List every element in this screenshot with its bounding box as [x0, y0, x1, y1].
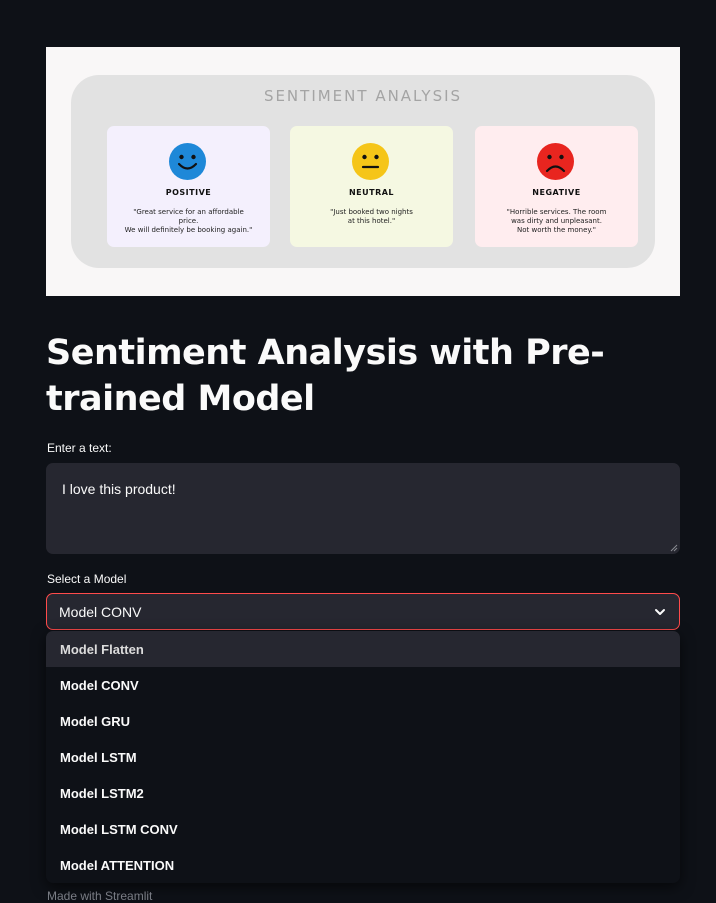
- happy-face-icon: [169, 143, 206, 180]
- model-select-label: Select a Model: [47, 572, 127, 586]
- neutral-card: NEUTRAL "Just booked two nights at this …: [290, 126, 453, 247]
- text-input-area[interactable]: I love this product!: [46, 463, 680, 554]
- chevron-down-icon[interactable]: [653, 605, 667, 619]
- neutral-face-icon: [352, 143, 389, 180]
- banner-title: SENTIMENT ANALYSIS: [263, 87, 463, 105]
- negative-card: NEGATIVE "Horrible services. The room wa…: [475, 126, 638, 247]
- dropdown-option[interactable]: Model GRU: [46, 703, 680, 739]
- resize-grip-icon[interactable]: [670, 544, 678, 552]
- negative-label: NEGATIVE: [532, 188, 581, 197]
- negative-quote: "Horrible services. The room was dirty a…: [506, 208, 607, 234]
- sad-face-icon: [537, 143, 574, 180]
- text-input-value: I love this product!: [62, 481, 176, 497]
- dropdown-option[interactable]: Model CONV: [46, 667, 680, 703]
- model-select[interactable]: Model CONV: [46, 593, 680, 630]
- page-title: Sentiment Analysis with Pre-trained Mode…: [46, 333, 605, 419]
- neutral-label: NEUTRAL: [348, 188, 395, 197]
- dropdown-option[interactable]: Model LSTM2: [46, 775, 680, 811]
- text-input-label: Enter a text:: [47, 441, 112, 455]
- footer-text: Made with Streamlit: [47, 889, 153, 903]
- banner-panel: SENTIMENT ANALYSIS POSITIVE "Great servi…: [71, 75, 655, 268]
- model-dropdown-menu: Model Flatten Model CONV Model GRU Model…: [46, 631, 680, 883]
- dropdown-option[interactable]: Model LSTM CONV: [46, 811, 680, 847]
- positive-quote: "Great service for an affordable price. …: [124, 208, 253, 234]
- positive-label: POSITIVE: [165, 188, 212, 197]
- dropdown-option[interactable]: Model ATTENTION: [46, 847, 680, 883]
- dropdown-option[interactable]: Model Flatten: [46, 631, 680, 667]
- model-select-value: Model CONV: [59, 603, 142, 620]
- neutral-quote: "Just booked two nights at this hotel.": [330, 208, 413, 225]
- positive-card: POSITIVE "Great service for an affordabl…: [107, 126, 270, 247]
- banner-image: SENTIMENT ANALYSIS POSITIVE "Great servi…: [46, 47, 680, 296]
- dropdown-option[interactable]: Model LSTM: [46, 739, 680, 775]
